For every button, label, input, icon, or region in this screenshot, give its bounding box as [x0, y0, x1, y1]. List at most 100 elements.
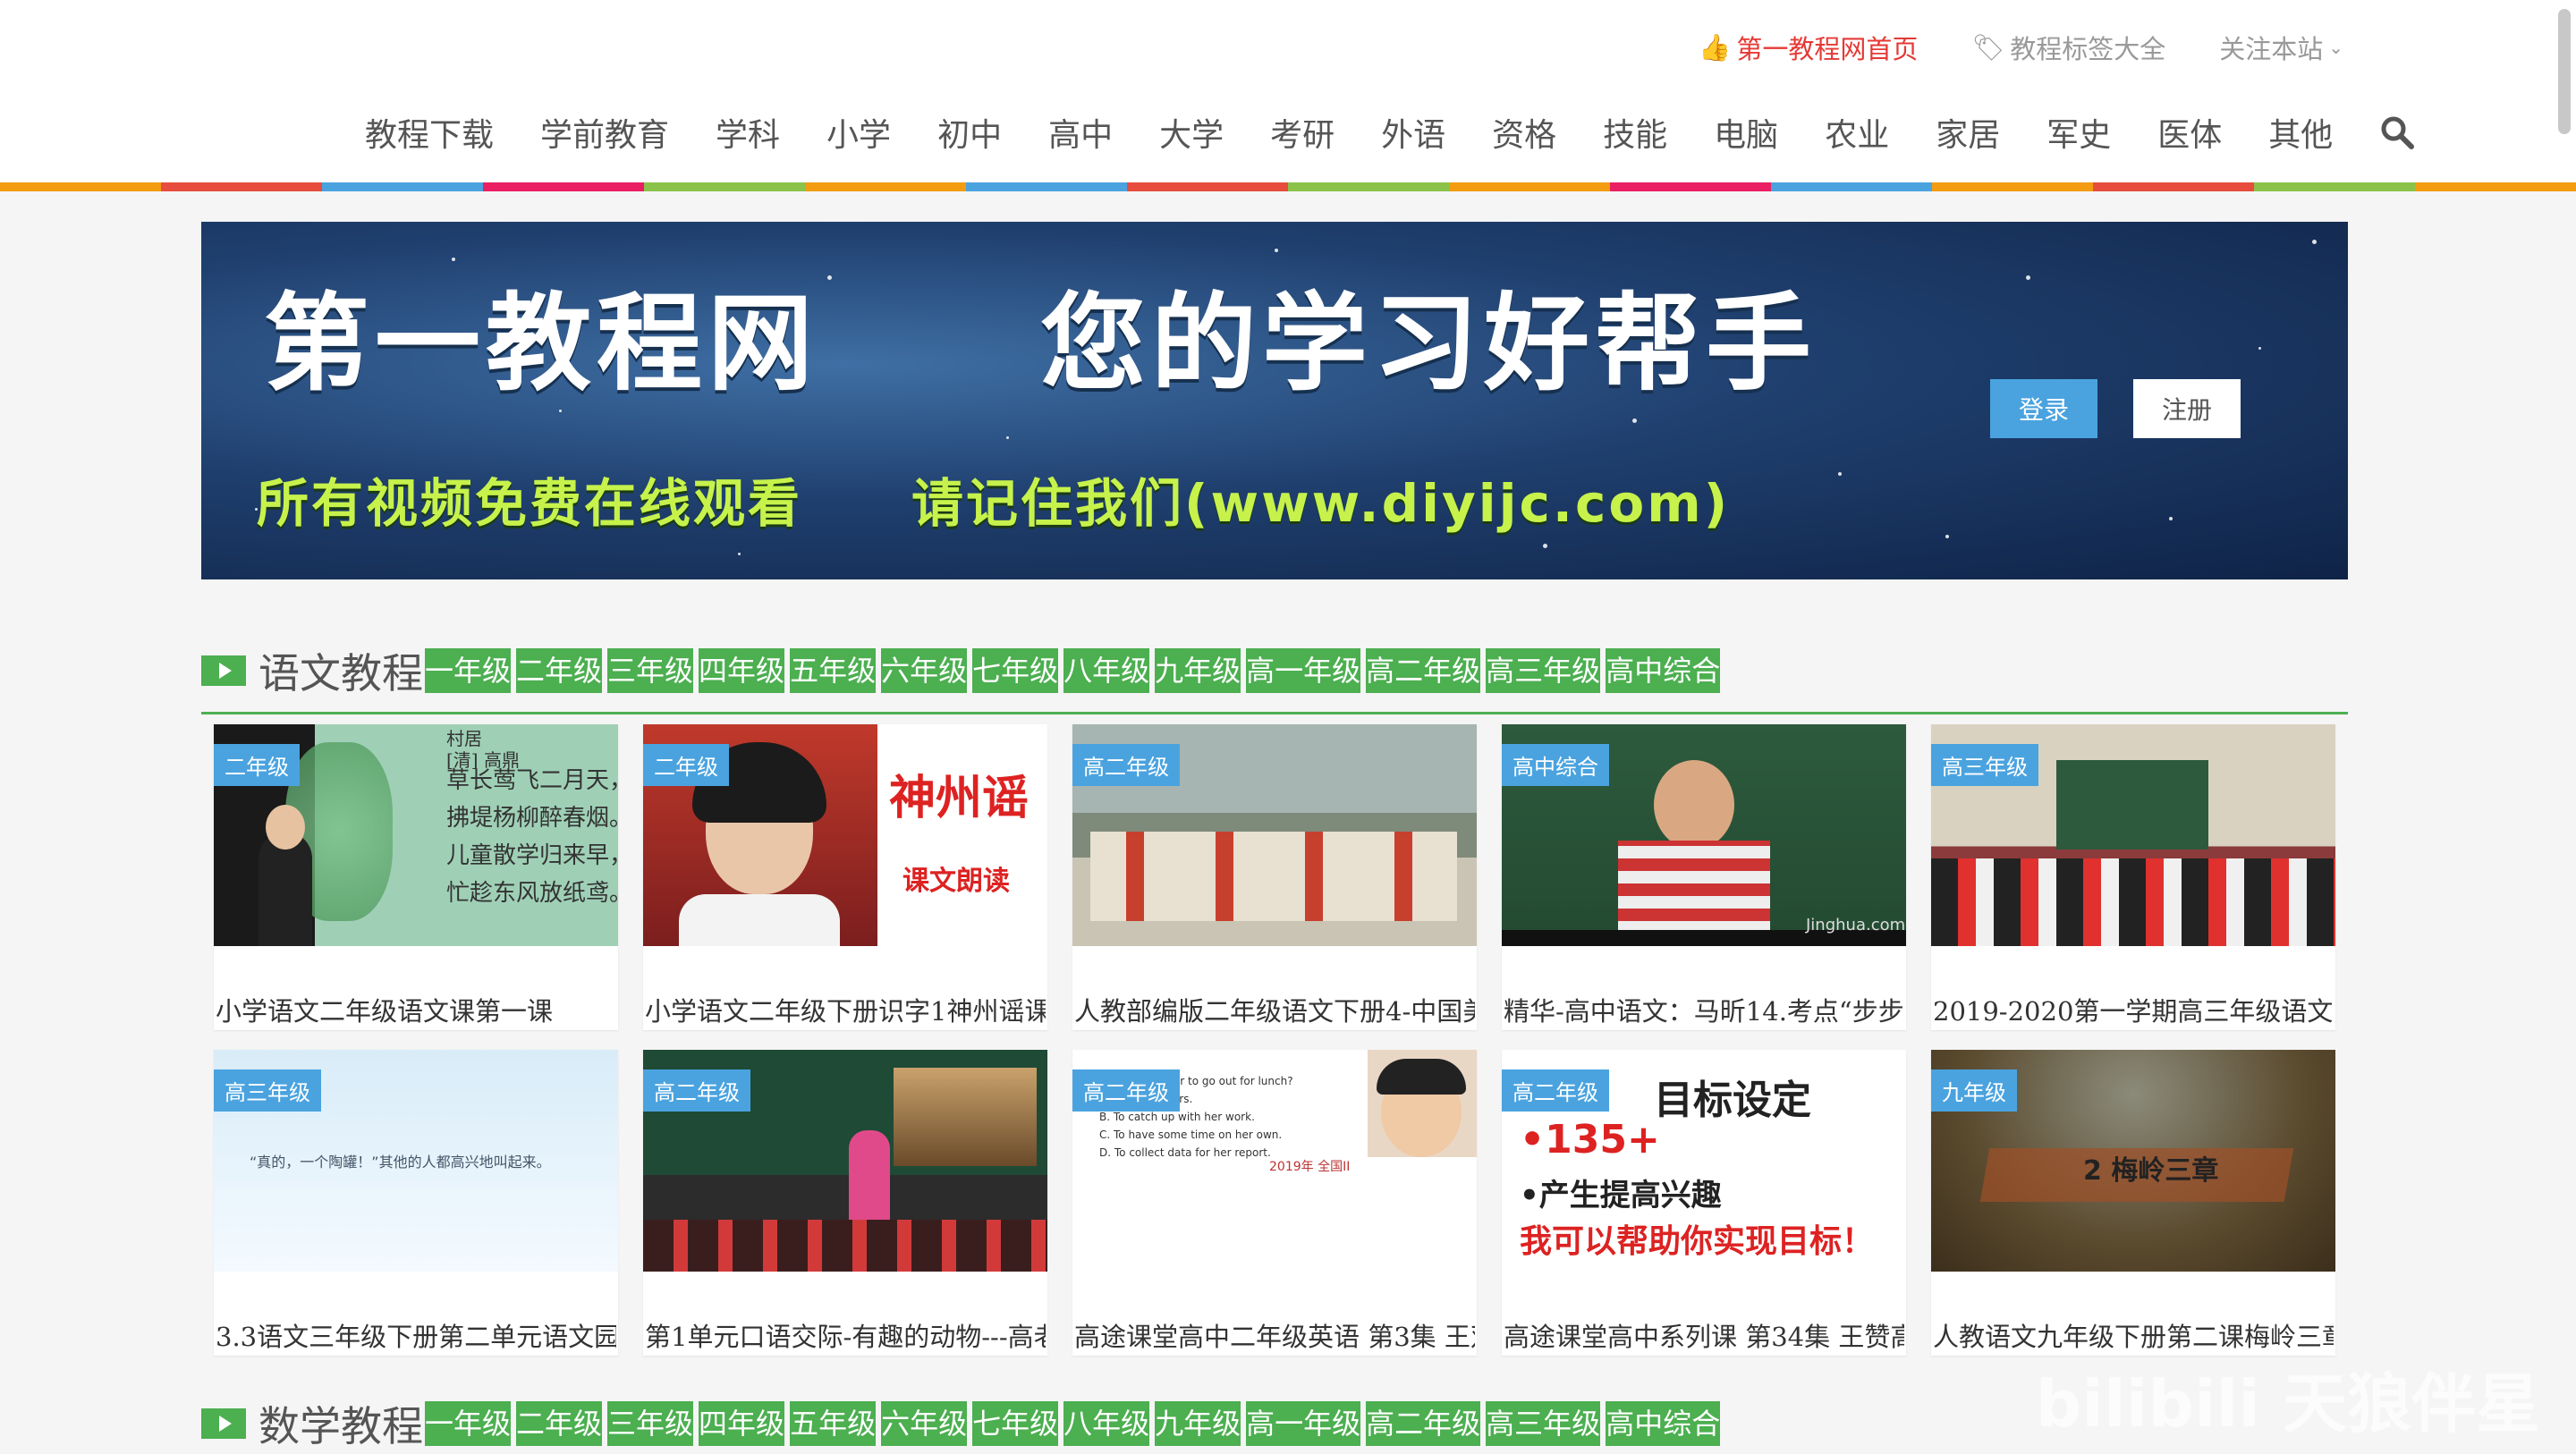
nav-item[interactable]: 小学	[826, 109, 891, 156]
stripe-segment	[161, 182, 322, 191]
grade-tag[interactable]: 一年级	[425, 1401, 512, 1446]
banner: 第一教程网 您的学习好帮手 所有视频免费在线观看 请记住我们(www.diyij…	[201, 222, 2348, 579]
grade-tag[interactable]: 二年级	[516, 648, 603, 693]
grade-badge: 高二年级	[643, 1069, 750, 1112]
follow-dropdown[interactable]: 关注本站 ⌄	[2219, 29, 2343, 66]
banner-headline: 第一教程网 您的学习好帮手	[264, 282, 1818, 405]
nav-item[interactable]: 军史	[2046, 109, 2111, 156]
nav-item[interactable]: 其他	[2268, 109, 2333, 156]
video-card[interactable]: I'd rather prefer to go out for lunch?A.…	[1072, 1050, 1477, 1356]
register-button[interactable]: 注册	[2133, 379, 2241, 438]
grade-tag[interactable]: 五年级	[790, 1401, 877, 1446]
nav-item[interactable]: 学前教育	[540, 109, 669, 156]
video-card[interactable]: Jinghua.com 高中综合 精华-高中语文：马昕14.考点“步步为	[1502, 724, 1906, 1030]
video-card[interactable]: 神州谣 课文朗读 二年级 小学语文二年级下册识字1神州谣课	[643, 724, 1047, 1030]
follow-label: 关注本站	[2219, 34, 2324, 64]
grade-tag[interactable]: 七年级	[972, 1401, 1059, 1446]
video-title[interactable]: 高途课堂高中二年级英语 第3集 王双	[1074, 1316, 1475, 1354]
video-card[interactable]: 目标设定 •135+ •产生提高兴趣 我可以帮助你实现目标！ 高二年级 高途课堂高中…	[1502, 1050, 1906, 1356]
nav-item[interactable]: 教程下载	[365, 109, 494, 156]
grade-tag[interactable]: 高三年级	[1486, 648, 1601, 693]
stripe-segment	[322, 182, 483, 191]
nav-item[interactable]: 学科	[716, 109, 780, 156]
section-title: 数学教程	[258, 1402, 423, 1450]
star-decoration	[2169, 517, 2173, 520]
star-decoration	[1838, 472, 1842, 476]
home-link[interactable]: 👍 第一教程网首页	[1699, 29, 1918, 66]
video-title[interactable]: 小学语文二年级下册识字1神州谣课	[645, 991, 1046, 1028]
video-title[interactable]: 3.3语文三年级下册第二单元语文园	[216, 1316, 616, 1354]
main-nav: 教程下载 学前教育 学科 小学 初中 高中 大学 考研 外语 资格 技能 电脑 农业 家居 军史 医体 其他	[365, 109, 2415, 156]
color-stripe	[0, 182, 2576, 191]
stripe-segment	[805, 182, 966, 191]
video-card[interactable]: 2 梅岭三章 九年级 人教语文九年级下册第二课梅岭三章	[1931, 1050, 2335, 1356]
grade-tag[interactable]: 四年级	[699, 648, 785, 693]
nav-item[interactable]: 电脑	[1714, 109, 1778, 156]
star-decoration	[2258, 347, 2261, 350]
video-card[interactable]: “真的，一个陶罐！”其他的人都高兴地叫起来。 高三年级 3.3语文三年级下册第二单元…	[214, 1050, 618, 1356]
grade-tag[interactable]: 一年级	[425, 648, 512, 693]
grade-tag[interactable]: 高一年级	[1246, 648, 1361, 693]
grade-tag[interactable]: 高三年级	[1486, 1401, 1601, 1446]
grade-tag[interactable]: 高一年级	[1246, 1401, 1361, 1446]
grade-tag[interactable]: 九年级	[1155, 648, 1241, 693]
video-title[interactable]: 高途课堂高中系列课 第34集 王赞高	[1504, 1316, 1904, 1354]
video-title[interactable]: 精华-高中语文：马昕14.考点“步步为	[1504, 991, 1904, 1028]
nav-item[interactable]: 高中	[1048, 109, 1113, 156]
video-title[interactable]: 人教部编版二年级语文下册4-中国美	[1074, 991, 1475, 1028]
home-link-label: 第一教程网首页	[1736, 34, 1919, 64]
tags-link-label: 教程标签大全	[2010, 34, 2166, 64]
grade-tag[interactable]: 六年级	[881, 1401, 968, 1446]
grade-tag[interactable]: 二年级	[516, 1401, 603, 1446]
stripe-segment	[1449, 182, 1610, 191]
nav-item[interactable]: 技能	[1603, 109, 1667, 156]
star-decoration	[1006, 436, 1009, 439]
grade-tag[interactable]: 八年级	[1063, 648, 1150, 693]
section-chinese: 语文教程 一年级 二年级 三年级 四年级 五年级 六年级 七年级 八年级 九年级 高一年级 高二年级…	[201, 644, 2348, 697]
thumbs-up-icon: 👍	[1699, 31, 1732, 63]
grade-tag[interactable]: 六年级	[881, 648, 968, 693]
grade-tag[interactable]: 三年级	[607, 648, 694, 693]
video-title[interactable]: 第1单元口语交际-有趣的动物---高老	[645, 1316, 1046, 1354]
star-decoration	[2312, 240, 2317, 244]
search-icon[interactable]	[2379, 114, 2415, 150]
grade-tag[interactable]: 五年级	[790, 648, 877, 693]
section-divider	[201, 712, 2348, 714]
login-button[interactable]: 登录	[1990, 379, 2097, 438]
play-icon	[201, 655, 246, 686]
star-decoration	[738, 553, 741, 555]
star-decoration	[1632, 418, 1637, 423]
nav-item[interactable]: 家居	[1936, 109, 2000, 156]
grade-badge: 高二年级	[1072, 1069, 1180, 1112]
grade-tag[interactable]: 高中综合	[1606, 1401, 1721, 1446]
tags-link[interactable]: 🏷 教程标签大全	[1971, 29, 2165, 66]
video-card[interactable]: 村居 [清] 高鼎 草长莺飞二月天， 拂堤杨柳醉春烟。 儿童散学归来早， 忙趁东风放纸鸢。…	[214, 724, 618, 1030]
grade-tags: 一年级 二年级 三年级 四年级 五年级 六年级 七年级 八年级 九年级 高一年级 高二年级 高三年级高…	[425, 648, 1721, 693]
grade-tag[interactable]: 八年级	[1063, 1401, 1150, 1446]
grade-tags: 一年级 二年级 三年级 四年级 五年级 六年级 七年级 八年级 九年级 高一年级 高二年级 高三年级高…	[425, 1401, 1721, 1446]
video-title[interactable]: 2019-2020第一学期高三年级语文科	[1933, 991, 2334, 1028]
video-title[interactable]: 人教语文九年级下册第二课梅岭三章	[1933, 1316, 2334, 1354]
section-header: 数学教程 一年级 二年级 三年级 四年级 五年级 六年级 七年级 八年级 九年级 高一年级 高二年级…	[201, 1397, 2348, 1450]
nav-item[interactable]: 资格	[1492, 109, 1556, 156]
nav-item[interactable]: 医体	[2157, 109, 2222, 156]
video-card[interactable]: 高二年级第1单元口语交际-有趣的动物---高老	[643, 1050, 1047, 1356]
grade-tag[interactable]: 九年级	[1155, 1401, 1241, 1446]
grade-tag[interactable]: 三年级	[607, 1401, 694, 1446]
nav-item[interactable]: 农业	[1825, 109, 1889, 156]
video-card[interactable]: 高三年级 2019-2020第一学期高三年级语文科	[1931, 724, 2335, 1030]
grade-tag[interactable]: 高中综合	[1606, 648, 1721, 693]
grade-badge: 高中综合	[1502, 744, 1609, 786]
video-title[interactable]: 小学语文二年级语文课第一课	[216, 991, 616, 1028]
grade-tag[interactable]: 高二年级	[1366, 648, 1481, 693]
grade-tag[interactable]: 四年级	[699, 1401, 785, 1446]
nav-item[interactable]: 大学	[1159, 109, 1224, 156]
nav-item[interactable]: 外语	[1381, 109, 1445, 156]
grade-tag[interactable]: 高二年级	[1366, 1401, 1481, 1446]
video-card[interactable]: 高二年级 人教部编版二年级语文下册4-中国美	[1072, 724, 1477, 1030]
nav-item[interactable]: 考研	[1270, 109, 1335, 156]
stripe-segment	[1288, 182, 1449, 191]
nav-item[interactable]: 初中	[937, 109, 1002, 156]
scrollbar[interactable]	[2558, 9, 2571, 134]
grade-tag[interactable]: 七年级	[972, 648, 1059, 693]
